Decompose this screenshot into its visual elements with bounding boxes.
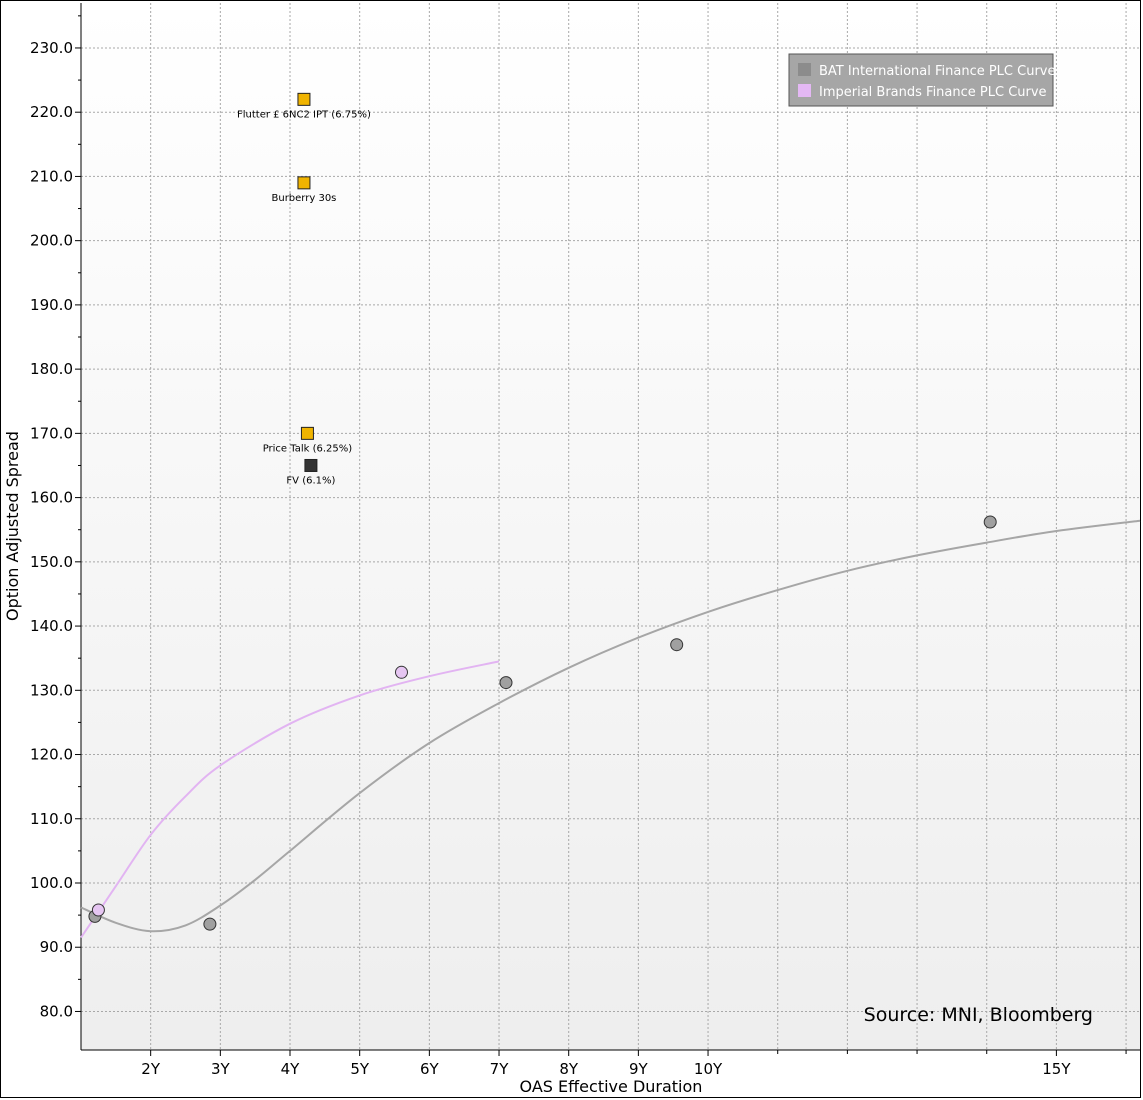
y-tick-label: 90.0 [40, 938, 73, 956]
annotation-marker [297, 92, 311, 106]
y-tick-label: 230.0 [30, 39, 73, 57]
annotation-marker [297, 176, 311, 190]
legend-swatch [798, 84, 811, 97]
imperial-data-point [394, 665, 408, 679]
imperial-data-point [91, 903, 105, 917]
y-tick-label: 100.0 [30, 874, 73, 892]
legend-label: BAT International Finance PLC Curve [819, 64, 1056, 79]
bat-data-point [499, 676, 513, 690]
source-note: Source: MNI, Bloomberg [864, 1004, 1093, 1026]
x-tick-label: 8Y [559, 1060, 579, 1078]
y-tick-label: 80.0 [40, 1002, 73, 1020]
oas-scatter-chart: 2Y 3Y 4Y 5Y 6Y 7Y 8Y 9Y 10Y 15Y 80.0 90.0 100.0 110.… [3, 3, 1141, 1096]
y-tick-label: 150.0 [30, 553, 73, 571]
x-axis: 2Y 3Y 4Y 5Y 6Y 7Y 8Y 9Y 10Y 15Y [141, 1050, 1127, 1078]
x-tick-label: 2Y [141, 1060, 161, 1078]
y-tick-label: 200.0 [30, 232, 73, 250]
legend-label: Imperial Brands Finance PLC Curve [819, 85, 1047, 100]
x-axis-title: OAS Effective Duration [520, 1077, 703, 1096]
bat-data-point [203, 917, 217, 931]
x-tick-label: 15Y [1042, 1060, 1071, 1078]
y-tick-label: 140.0 [30, 617, 73, 635]
annotation-label: FV (6.1%) [286, 475, 335, 486]
bat-data-point [670, 638, 684, 652]
y-tick-label: 190.0 [30, 296, 73, 314]
y-tick-label: 160.0 [30, 489, 73, 507]
y-axis-title: Option Adjusted Spread [3, 431, 22, 621]
plot-area [81, 3, 1140, 1050]
bat-data-point [983, 515, 997, 529]
annotation-marker [304, 458, 318, 472]
x-tick-label: 4Y [281, 1060, 301, 1078]
y-axis: 80.0 90.0 100.0 110.0 120.0 130.0 140.0 150.0 16… [30, 15, 81, 1020]
y-tick-label: 110.0 [30, 810, 73, 828]
y-tick-label: 170.0 [30, 424, 73, 442]
x-tick-label: 9Y [629, 1060, 649, 1078]
legend-swatch [798, 63, 811, 76]
y-tick-label: 210.0 [30, 167, 73, 185]
legend: BAT International Finance PLC Curve Imper… [788, 53, 1056, 107]
y-tick-label: 130.0 [30, 681, 73, 699]
y-tick-label: 120.0 [30, 746, 73, 764]
annotation-label: Burberry 30s [272, 193, 337, 204]
x-tick-label: 5Y [350, 1060, 370, 1078]
annotation-label: Flutter £ 6NC2 IPT (6.75%) [237, 109, 371, 120]
x-tick-label: 3Y [211, 1060, 231, 1078]
x-tick-label: 7Y [490, 1060, 510, 1078]
annotation-label: Price Talk (6.25%) [263, 443, 353, 454]
annotation-marker [300, 426, 314, 440]
x-tick-label: 6Y [420, 1060, 440, 1078]
x-tick-label: 10Y [694, 1060, 723, 1078]
y-tick-label: 220.0 [30, 103, 73, 121]
y-tick-label: 180.0 [30, 360, 73, 378]
chart-frame: 2Y 3Y 4Y 5Y 6Y 7Y 8Y 9Y 10Y 15Y 80.0 90.0 100.0 110.… [0, 0, 1141, 1098]
